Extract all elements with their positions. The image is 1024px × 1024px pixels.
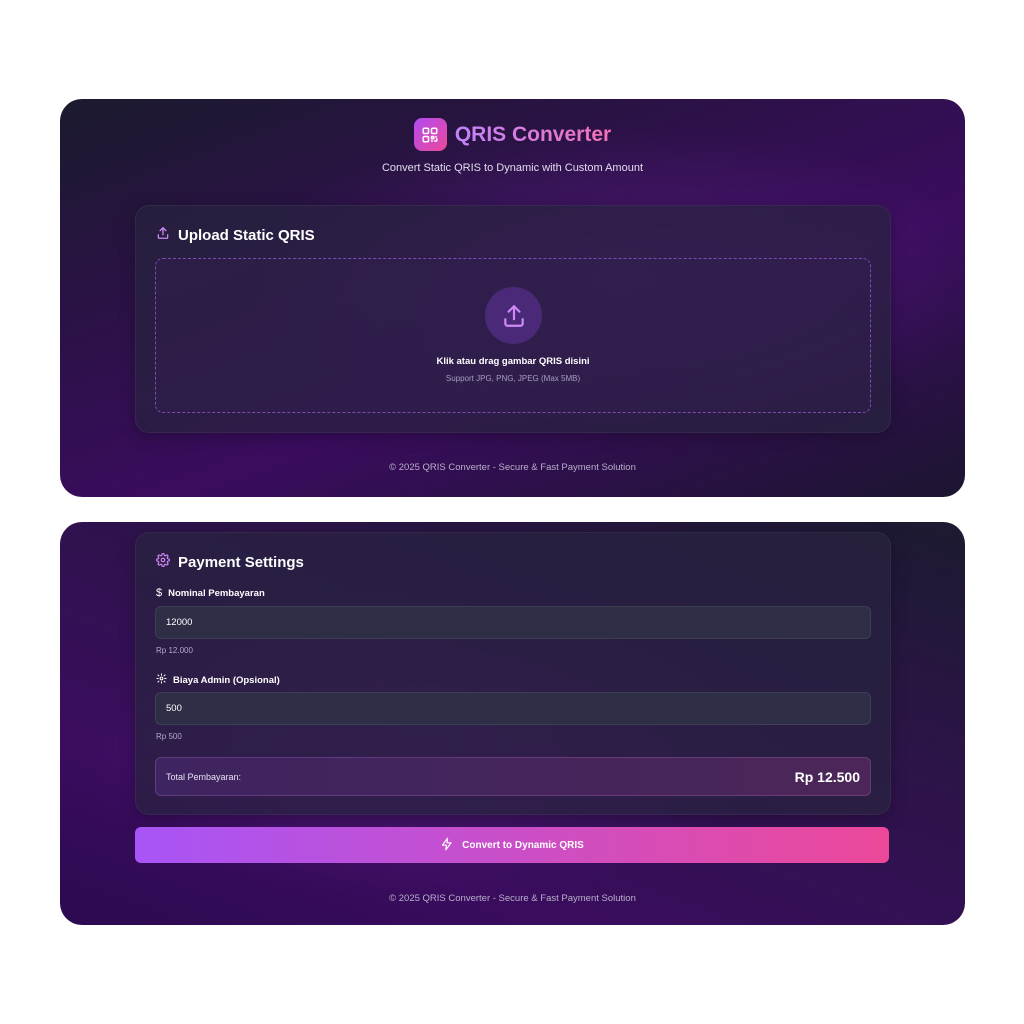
app-subtitle: Convert Static QRIS to Dynamic with Cust… [381,162,644,174]
upload-panel: QRIS Converter Convert Static QRIS to Dy… [60,99,965,497]
footer-text: © 2025 QRIS Converter - Secure & Fast Pa… [389,893,636,904]
admin-fee-formatted: Rp 500 [156,732,182,741]
upload-icon [156,226,170,244]
payment-heading-text: Payment Settings [178,553,304,571]
gear-icon [156,673,167,687]
gear-icon [156,553,170,571]
upload-card: Upload Static QRIS Klik atau drag gambar… [135,205,891,433]
nominal-label: $ Nominal Pembayaran [156,587,265,599]
upload-icon [485,287,542,344]
total-payment-box: Total Pembayaran: Rp 12.500 [155,757,871,796]
admin-fee-label-text: Biaya Admin (Opsional) [173,674,280,686]
nominal-input[interactable]: 12000 [155,606,871,639]
total-value: Rp 12.500 [794,768,860,785]
dollar-icon: $ [156,587,163,599]
payment-settings-card: Payment Settings $ Nominal Pembayaran 12… [135,532,891,815]
convert-button[interactable]: Convert to Dynamic QRIS [135,827,889,863]
app-title: QRIS Converter [454,122,612,146]
total-label: Total Pembayaran: [166,771,242,782]
app-header: QRIS Converter [60,118,965,151]
qris-dropzone[interactable]: Klik atau drag gambar QRIS disini Suppor… [155,258,871,413]
admin-fee-label: Biaya Admin (Opsional) [156,673,280,687]
admin-fee-input[interactable]: 500 [155,692,871,725]
dropzone-title: Klik atau drag gambar QRIS disini [436,356,590,367]
qr-code-icon [413,118,447,151]
footer-text: © 2025 QRIS Converter - Secure & Fast Pa… [389,462,636,473]
nominal-formatted: Rp 12.000 [156,646,193,655]
payment-heading: Payment Settings [156,553,304,571]
nominal-label-text: Nominal Pembayaran [168,587,265,599]
admin-fee-input-value: 500 [166,703,182,714]
convert-button-label: Convert to Dynamic QRIS [462,839,584,851]
dropzone-subtitle: Support JPG, PNG, JPEG (Max 5MB) [445,374,581,383]
lightning-icon [440,837,454,854]
nominal-input-value: 12000 [166,617,193,628]
upload-heading: Upload Static QRIS [156,226,315,244]
upload-heading-text: Upload Static QRIS [178,226,315,244]
payment-panel: Payment Settings $ Nominal Pembayaran 12… [60,522,965,925]
